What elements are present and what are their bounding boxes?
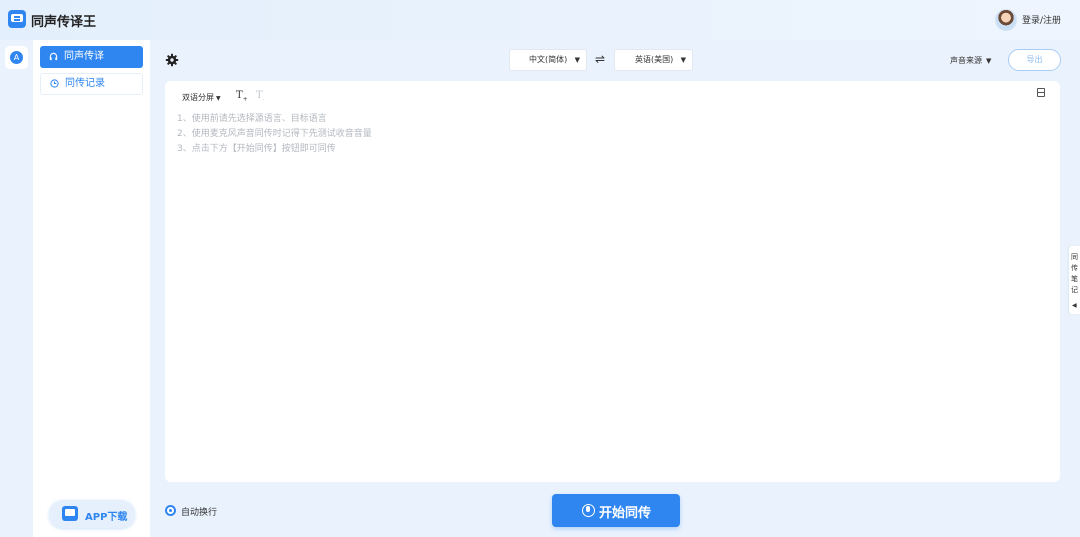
login-register-link[interactable]: 登录/注册 xyxy=(1022,13,1061,26)
gear-icon[interactable] xyxy=(165,53,179,67)
auto-wrap-radio[interactable] xyxy=(165,505,176,516)
notes-side-tab-label: 同传笔记 xyxy=(1071,253,1078,294)
caret-down-icon: ▼ xyxy=(216,95,221,102)
app-logo-icon xyxy=(8,10,26,28)
caret-down-icon: ▼ xyxy=(986,57,992,65)
avatar[interactable] xyxy=(995,9,1017,31)
app-download-button[interactable]: APP下载 xyxy=(49,500,135,528)
caret-down-icon: ▼ xyxy=(680,56,686,64)
title-bar: 同声传译王 登录/注册 xyxy=(0,0,1080,40)
app-title: 同声传译王 xyxy=(31,15,97,30)
layout-icon[interactable] xyxy=(1037,88,1045,97)
app-download-label: APP下载 xyxy=(85,512,128,523)
sidebar-item-label: 同传记录 xyxy=(65,78,105,89)
left-rail: A xyxy=(0,40,33,537)
clock-icon xyxy=(50,79,59,88)
usage-hint: 2、使用麦克风声音同传时记得下先测试收音音量 xyxy=(177,129,372,139)
target-language-value: 英语(美国) xyxy=(635,55,674,64)
rail-translate-button[interactable]: A xyxy=(5,46,28,69)
display-mode-dropdown[interactable]: 双语分屏 ▼ xyxy=(182,92,221,103)
sidebar: 同声传译 同传记录 APP下载 xyxy=(33,40,150,537)
font-decrease-icon[interactable]: T- xyxy=(256,90,265,103)
sound-source-label: 声音来源 xyxy=(950,56,982,65)
headphones-icon xyxy=(49,52,58,61)
font-increase-icon[interactable]: T+ xyxy=(236,90,248,103)
microphone-icon xyxy=(582,504,595,517)
source-language-value: 中文(简体) xyxy=(529,55,568,64)
export-button[interactable]: 导出 xyxy=(1008,49,1061,71)
transcript-panel: 双语分屏 ▼ T+ T- 1、使用前请先选择源语言、目标语言 2、使用麦克风声音同… xyxy=(165,81,1060,482)
usage-hint: 3、点击下方【开始同传】按钮即可同传 xyxy=(177,144,336,154)
auto-wrap-label: 自动换行 xyxy=(181,508,218,518)
start-interpretation-label: 开始同传 xyxy=(599,506,652,521)
app-icon xyxy=(62,506,78,521)
sidebar-item-simultaneous-interpretation[interactable]: 同声传译 xyxy=(40,46,143,68)
source-language-select[interactable]: 中文(简体) ▼ xyxy=(509,49,587,71)
display-mode-value: 双语分屏 xyxy=(182,93,214,102)
usage-hint: 1、使用前请先选择源语言、目标语言 xyxy=(177,114,327,124)
arrow-left-icon: ◀ xyxy=(1072,302,1077,309)
sidebar-item-label: 同声传译 xyxy=(64,51,104,62)
notes-side-tab[interactable]: 同传笔记 ◀ xyxy=(1069,246,1080,314)
sound-source-dropdown[interactable]: 声音来源 ▼ xyxy=(950,55,991,66)
sidebar-item-history[interactable]: 同传记录 xyxy=(40,73,143,95)
caret-down-icon: ▼ xyxy=(574,56,580,64)
translate-icon: A xyxy=(10,51,23,64)
start-interpretation-button[interactable]: 开始同传 xyxy=(552,494,680,527)
target-language-select[interactable]: 英语(美国) ▼ xyxy=(614,49,693,71)
swap-languages-icon[interactable]: ⇌ xyxy=(595,53,605,65)
